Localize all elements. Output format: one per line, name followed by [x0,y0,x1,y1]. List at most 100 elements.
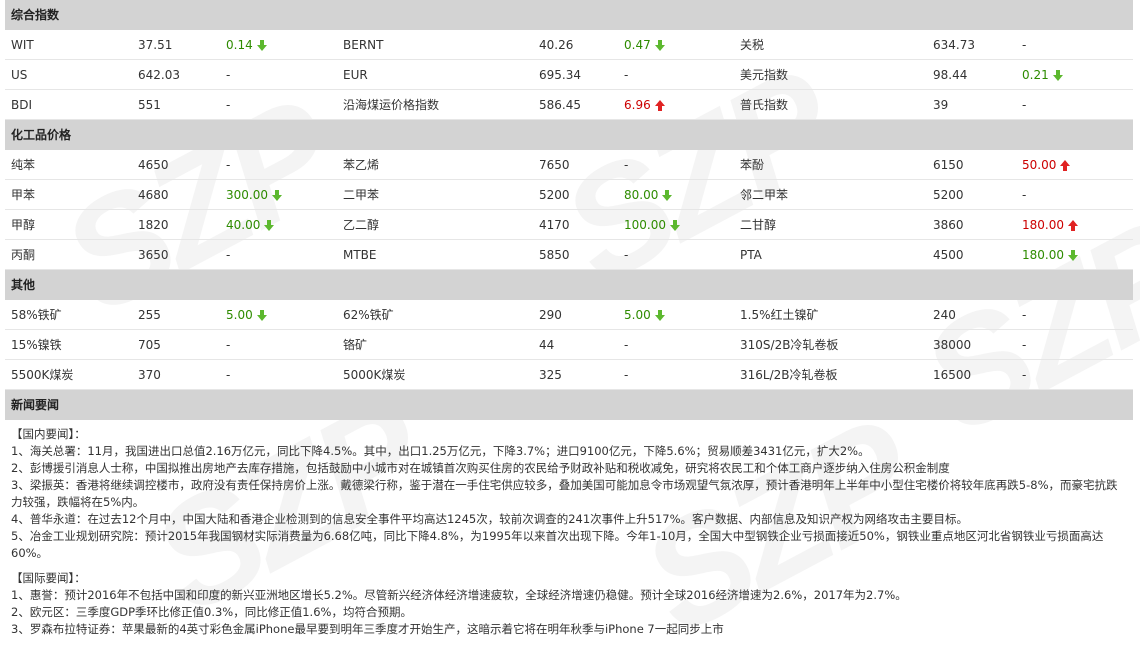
item-name: 关税 [734,30,927,60]
item-change-cell: 0.14 [220,30,337,60]
item-change: - [1022,367,1027,382]
news-header: 新闻要闻 [5,390,1133,420]
arrow-down-icon [1068,249,1078,261]
quote-row: 15%镍铁 705 - 铬矿 44 - 310S/2B冷轧卷板 38000 - [5,329,1133,360]
item-name: PTA [734,239,927,270]
item-change: 180.00 [1022,217,1064,232]
item-name: 5000K煤炭 [337,359,533,390]
news-item: 3、梁振英：香港将继续调控楼市，政府没有责任保持房价上涨。戴德梁行称，鉴于潜在一… [11,478,1118,509]
item-change-cell: 0.47 [618,30,734,60]
item-name: MTBE [337,239,533,270]
item-name: 58%铁矿 [5,300,132,330]
news-item: 2、彭博援引消息人士称，中国拟推出房地产去库存措施，包括鼓励中小城市对在城镇首次… [11,461,950,475]
section-header: 化工品价格 [5,120,1133,150]
item-change-cell: - [220,239,337,270]
item-change-cell: 5.00 [618,300,734,330]
item-price: 39 [927,89,1016,120]
item-change-cell: - [1016,300,1133,330]
item-change: 100.00 [624,217,666,232]
item-change: - [1022,97,1027,112]
item-change-cell: 50.00 [1016,150,1133,180]
item-change-cell: 0.21 [1016,59,1133,90]
item-change-cell: - [1016,30,1133,60]
arrow-down-icon [256,39,267,51]
item-price: 695.34 [533,59,618,90]
item-name: 美元指数 [734,59,927,90]
news-group-label: 【国际要闻】： [11,571,86,585]
item-price: 290 [533,300,618,330]
item-change-cell: 300.00 [220,179,337,210]
item-price: 255 [132,300,220,330]
item-change-cell: - [220,59,337,90]
item-price: 37.51 [132,30,220,60]
item-change-cell: 6.96 [618,89,734,120]
item-change-cell: - [1016,329,1133,360]
item-price: 6150 [927,150,1016,180]
item-change-cell: - [1016,359,1133,390]
item-name: EUR [337,59,533,90]
quote-row: US 642.03 - EUR 695.34 - 美元指数 98.44 0.21 [5,59,1133,90]
item-change-cell: - [1016,179,1133,210]
item-name: US [5,59,132,90]
item-name: 二甲苯 [337,179,533,210]
item-change-cell: - [618,329,734,360]
item-change: - [1022,337,1027,352]
quote-table: 纯苯 4650 - 苯乙烯 7650 - 苯酚 6150 50.00 甲苯 46… [5,150,1133,270]
item-change: 0.14 [226,37,253,52]
item-change: 300.00 [226,187,268,202]
item-price: 16500 [927,359,1016,390]
item-change: 40.00 [226,217,261,232]
item-name: 普氏指数 [734,89,927,120]
quote-row: 甲醇 1820 40.00 乙二醇 4170 100.00 二甘醇 3860 1… [5,209,1133,240]
item-change: - [226,337,231,352]
item-price: 3860 [927,209,1016,240]
news-item: 4、普华永道：在过去12个月中，中国大陆和香港企业检测到的信息安全事件平均高达1… [11,512,969,526]
item-price: 4500 [927,239,1016,270]
item-change-cell: 5.00 [220,300,337,330]
item-change-cell: 180.00 [1016,209,1133,240]
item-change-cell: - [618,59,734,90]
item-price: 4680 [132,179,220,210]
news-divider [11,562,1127,570]
item-change-cell: 80.00 [618,179,734,210]
item-name: 62%铁矿 [337,300,533,330]
item-change: 6.96 [624,97,651,112]
item-name: 甲苯 [5,179,132,210]
quote-row: BDI 551 - 沿海煤运价格指数 586.45 6.96 普氏指数 39 - [5,89,1133,120]
item-name: 310S/2B冷轧卷板 [734,329,927,360]
quote-table: WIT 37.51 0.14 BERNT 40.26 0.47 关税 634.7… [5,30,1133,120]
item-change: - [1022,187,1027,202]
quote-table: 58%铁矿 255 5.00 62%铁矿 290 5.00 1.5%红土镍矿 2… [5,300,1133,390]
item-price: 4650 [132,150,220,180]
quote-row: 5500K煤炭 370 - 5000K煤炭 325 - 316L/2B冷轧卷板 … [5,359,1133,390]
item-price: 240 [927,300,1016,330]
item-name: 苯酚 [734,150,927,180]
item-change-cell: 100.00 [618,209,734,240]
item-price: 705 [132,329,220,360]
item-change: 0.21 [1022,67,1049,82]
arrow-down-icon [264,219,275,231]
news-group-label: 【国内要闻】： [11,427,86,441]
item-name: 二甘醇 [734,209,927,240]
item-price: 3650 [132,239,220,270]
item-name: 乙二醇 [337,209,533,240]
item-name: 铬矿 [337,329,533,360]
quote-row: WIT 37.51 0.14 BERNT 40.26 0.47 关税 634.7… [5,30,1133,60]
item-change-cell: - [618,239,734,270]
item-change: - [226,67,231,82]
item-name: 1.5%红土镍矿 [734,300,927,330]
item-change-cell: - [1016,89,1133,120]
item-change: 180.00 [1022,247,1064,262]
item-change: 50.00 [1022,157,1057,172]
item-change: - [226,157,231,172]
item-change-cell: - [220,329,337,360]
item-name: 316L/2B冷轧卷板 [734,359,927,390]
item-name: WIT [5,30,132,60]
quote-row: 58%铁矿 255 5.00 62%铁矿 290 5.00 1.5%红土镍矿 2… [5,300,1133,330]
item-name: 甲醇 [5,209,132,240]
arrow-up-icon [1068,219,1078,231]
item-name: 邻二甲苯 [734,179,927,210]
item-change: 5.00 [226,307,253,322]
item-change: - [226,247,231,262]
item-name: 15%镍铁 [5,329,132,360]
